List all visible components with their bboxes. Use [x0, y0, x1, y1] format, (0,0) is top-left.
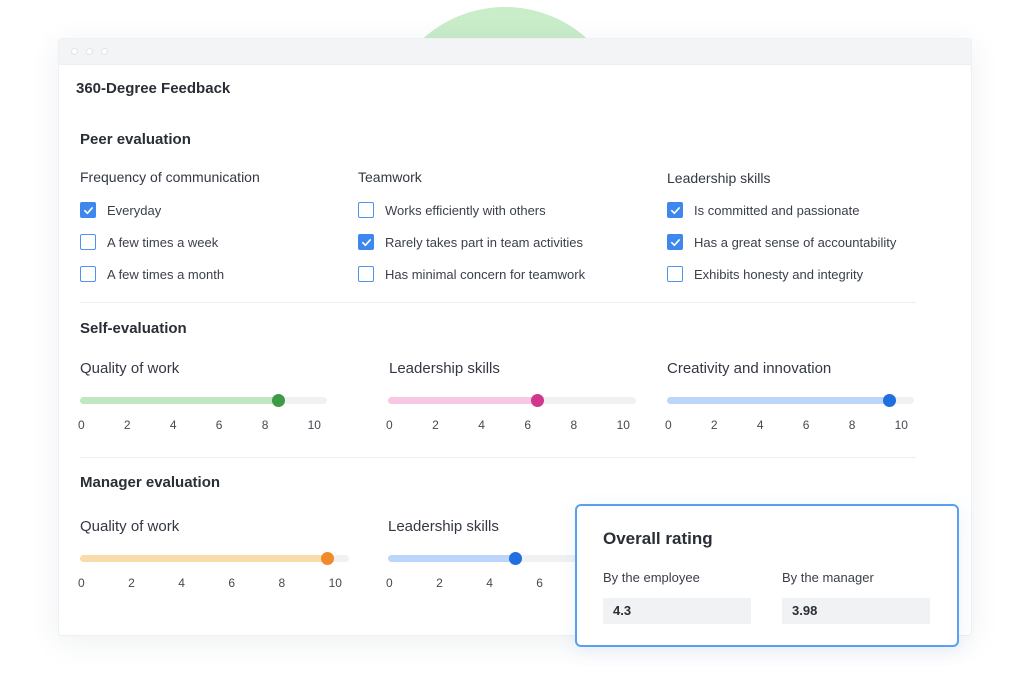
checkbox-option[interactable]: A few times a month	[80, 266, 224, 282]
overall-rating-card: Overall rating By the employee By the ma…	[575, 504, 959, 647]
slider-tick-label: 2	[710, 418, 718, 432]
checkbox-unchecked[interactable]	[358, 266, 374, 282]
slider-tick-labels: 0 2 4 6 8 10	[78, 418, 321, 432]
self-slider-label-creativity: Creativity and innovation	[667, 360, 832, 377]
slider-track[interactable]	[80, 394, 327, 407]
window-dot-icon[interactable]	[86, 48, 93, 55]
overall-rating-title: Overall rating	[603, 529, 713, 548]
checkbox-label: Has a great sense of accountability	[694, 234, 897, 250]
slider-tick-label: 6	[802, 418, 810, 432]
window-titlebar	[59, 39, 971, 65]
slider-thumb[interactable]	[883, 394, 897, 407]
slider-fill	[388, 555, 516, 562]
slider-tick-label: 0	[78, 576, 85, 590]
manager-slider-label-quality: Quality of work	[80, 518, 180, 535]
checkbox-label: Exhibits honesty and integrity	[694, 266, 864, 282]
slider-tick-label: 0	[665, 418, 672, 432]
window-dot-icon[interactable]	[71, 48, 78, 55]
checkbox-label: Is committed and passionate	[694, 202, 860, 218]
checkbox-label: A few times a month	[107, 266, 225, 282]
peer-evaluation-title: Peer evaluation	[80, 131, 191, 148]
window-dot-icon[interactable]	[101, 48, 108, 55]
slider-tick-label: 2	[123, 418, 131, 432]
self-slider-label-leadership: Leadership skills	[389, 360, 500, 377]
group-label-frequency: Frequency of communication	[80, 169, 260, 185]
slider-fill	[667, 397, 890, 404]
slider-tick-labels: 0 2 4 6 8 10	[665, 418, 908, 432]
slider-tick-label: 4	[486, 576, 493, 590]
slider-tick-label: 4	[169, 418, 177, 432]
slider-tick-label: 10	[328, 576, 342, 590]
slider-track[interactable]	[80, 552, 349, 565]
checkbox-label: Works efficiently with others	[385, 202, 546, 218]
checkbox-checked[interactable]	[667, 234, 683, 250]
slider-tick-label: 2	[436, 576, 443, 590]
slider-tick-label: 0	[386, 576, 393, 590]
slider-tick-label: 0	[78, 418, 85, 432]
checkbox-option[interactable]: Has a great sense of accountability	[667, 234, 896, 250]
slider-tick-label: 10	[616, 418, 630, 432]
checkbox-option[interactable]: Is committed and passionate	[667, 202, 859, 218]
checkbox-unchecked[interactable]	[667, 266, 683, 282]
slider-tick-label: 0	[386, 418, 393, 432]
checkbox-option[interactable]: A few times a week	[80, 234, 218, 250]
slider-thumb[interactable]	[271, 394, 285, 407]
slider-tick-label: 2	[432, 418, 439, 432]
checkbox-checked[interactable]	[80, 202, 96, 218]
slider-thumb[interactable]	[321, 552, 335, 565]
checkbox-label: A few times a week	[107, 234, 219, 250]
employee-rating-label: By the employee	[603, 570, 700, 585]
manager-rating-label: By the manager	[782, 570, 874, 585]
slider-tick-label: 4	[178, 576, 185, 590]
checkbox-unchecked[interactable]	[358, 202, 374, 218]
slider-tick-labels: 0 2 4 6 8 10	[78, 576, 342, 590]
self-slider-label-quality: Quality of work	[80, 360, 180, 377]
slider-tick-label: 6	[228, 576, 236, 590]
self-evaluation-title: Self-evaluation	[80, 320, 187, 337]
slider-tick-label: 8	[278, 576, 286, 590]
slider-tick-labels: 0 2 4 6	[386, 576, 543, 590]
checkbox-label: Rarely takes part in team activities	[385, 234, 583, 250]
slider-thumb[interactable]	[509, 552, 523, 565]
slider-track[interactable]	[388, 394, 636, 407]
slider-tick-label: 10	[894, 418, 908, 432]
group-label-leadership: Leadership skills	[667, 170, 771, 186]
slider-fill	[80, 397, 278, 404]
slider-tick-label: 6	[536, 576, 543, 590]
checkbox-unchecked[interactable]	[80, 266, 96, 282]
checkbox-label: Has minimal concern for teamwork	[385, 266, 586, 282]
manager-evaluation-title: Manager evaluation	[80, 474, 221, 491]
manager-slider-label-leadership: Leadership skills	[388, 518, 499, 535]
slider-fill	[388, 397, 537, 404]
page-title: 360-Degree Feedback	[76, 80, 231, 97]
slider-tick-label: 10	[307, 418, 321, 432]
slider-tick-label: 8	[261, 418, 269, 432]
divider	[80, 302, 916, 303]
checkbox-checked[interactable]	[358, 234, 374, 250]
checkbox-option[interactable]: Rarely takes part in team activities	[358, 234, 583, 250]
slider-tick-labels: 0 2 4 6 8 10	[386, 418, 630, 432]
slider-fill	[80, 555, 328, 562]
checkbox-label: Everyday	[107, 202, 162, 218]
slider-thumb[interactable]	[530, 394, 544, 407]
checkbox-checked[interactable]	[667, 202, 683, 218]
checkbox-option[interactable]: Has minimal concern for teamwork	[358, 266, 585, 282]
checkbox-option[interactable]: Exhibits honesty and integrity	[667, 266, 863, 282]
slider-tick-label: 6	[215, 418, 223, 432]
slider-tick-label: 4	[756, 418, 764, 432]
group-label-teamwork: Teamwork	[358, 169, 422, 185]
employee-rating-value: 4.3	[603, 598, 751, 624]
checkbox-option[interactable]: Works efficiently with others	[358, 202, 546, 218]
divider	[80, 457, 916, 458]
slider-tick-label: 6	[524, 418, 532, 432]
checkbox-option[interactable]: Everyday	[80, 202, 161, 218]
slider-tick-label: 8	[848, 418, 856, 432]
manager-rating-value: 3.98	[782, 598, 930, 624]
checkbox-unchecked[interactable]	[80, 234, 96, 250]
slider-tick-label: 4	[478, 418, 485, 432]
slider-tick-label: 8	[570, 418, 578, 432]
slider-tick-label: 2	[128, 576, 135, 590]
slider-track[interactable]	[667, 394, 914, 407]
